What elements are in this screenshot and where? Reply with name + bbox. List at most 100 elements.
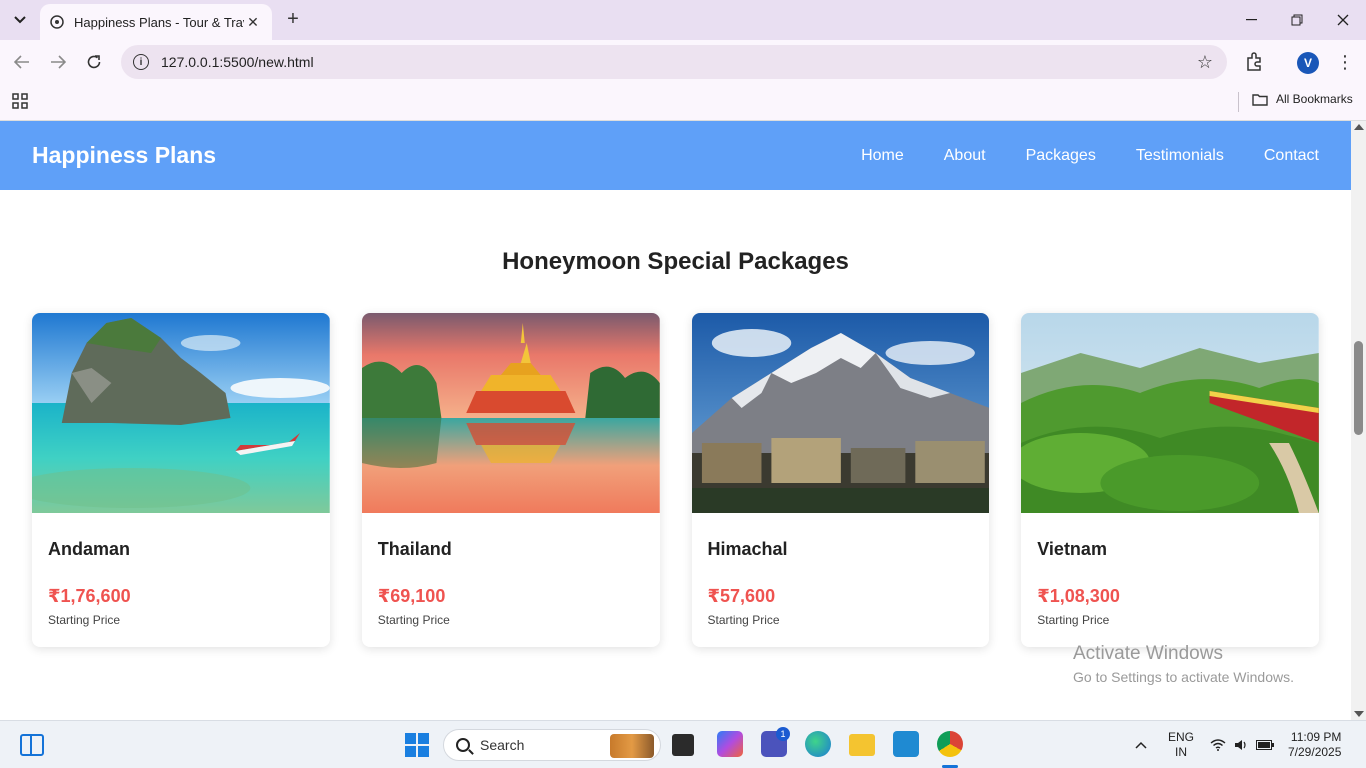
- bookmark-star-icon[interactable]: ☆: [1197, 52, 1213, 73]
- arrow-left-icon: [14, 55, 29, 69]
- island-beach-image: [32, 313, 330, 513]
- scroll-thumb[interactable]: [1354, 341, 1363, 435]
- globe-icon: [50, 15, 64, 29]
- apps-grid-icon[interactable]: [12, 93, 28, 109]
- folder-icon: [1252, 93, 1268, 106]
- all-bookmarks-button[interactable]: All Bookmarks: [1252, 92, 1353, 106]
- tab-strip: Happiness Plans - Tour & Travel ✕ +: [0, 0, 1366, 40]
- tab-search-button[interactable]: [8, 8, 32, 32]
- show-hidden-icons-button[interactable]: [1135, 721, 1147, 768]
- address-bar[interactable]: i 127.0.0.1:5500/new.html ☆: [121, 45, 1227, 79]
- chevron-up-icon: [1135, 741, 1147, 749]
- chevron-down-icon: [14, 16, 26, 24]
- chrome-icon[interactable]: [937, 731, 963, 757]
- activate-windows-watermark: Activate Windows Go to Settings to activ…: [1073, 643, 1294, 685]
- restore-button[interactable]: [1274, 0, 1320, 40]
- taskbar-search-label: Search: [480, 737, 525, 753]
- package-caption: Starting Price: [707, 613, 780, 627]
- back-button[interactable]: [10, 50, 34, 74]
- language-code: ENG: [1168, 730, 1195, 744]
- copilot-icon[interactable]: [717, 731, 743, 757]
- forward-button[interactable]: [46, 50, 70, 74]
- minimize-icon: [1245, 19, 1257, 21]
- section-title: Honeymoon Special Packages: [502, 248, 849, 275]
- profile-avatar[interactable]: V: [1297, 52, 1319, 74]
- reload-button[interactable]: [82, 50, 106, 74]
- package-price: ₹69,100: [377, 586, 446, 606]
- package-name: Himachal: [707, 539, 788, 559]
- watermark-title: Activate Windows: [1073, 643, 1223, 664]
- close-window-button[interactable]: [1320, 0, 1366, 40]
- bookmarks-divider: [1238, 92, 1239, 112]
- taskbar-search[interactable]: Search: [443, 729, 661, 761]
- nav-packages[interactable]: Packages: [1026, 147, 1096, 165]
- package-cards: Andaman ₹1,76,600 Starting Price Thailan…: [32, 313, 1319, 647]
- package-image-thailand: [361, 313, 660, 513]
- page-viewport: Happiness Plans Home About Packages Test…: [0, 121, 1351, 720]
- package-price: ₹1,08,300: [1037, 586, 1120, 606]
- search-highlight-icon: [610, 734, 654, 758]
- scroll-up-arrow-icon[interactable]: [1354, 124, 1364, 130]
- extensions-icon[interactable]: [1244, 52, 1264, 72]
- package-caption: Starting Price: [377, 613, 450, 627]
- new-tab-button[interactable]: +: [282, 8, 304, 30]
- tab-title: Happiness Plans - Tour & Travel: [74, 14, 244, 30]
- site-nav: Home About Packages Testimonials Contact: [821, 147, 1319, 165]
- package-price: ₹1,76,600: [48, 586, 131, 606]
- package-price: ₹57,600: [707, 586, 776, 606]
- reload-icon: [87, 55, 101, 69]
- page-scrollbar[interactable]: [1351, 121, 1366, 720]
- restore-icon: [1291, 14, 1303, 26]
- tab-close-icon[interactable]: ✕: [244, 14, 262, 31]
- teams-notification-badge: 1: [776, 727, 790, 741]
- mountain-town-image: [691, 313, 990, 513]
- package-image-vietnam: [1021, 313, 1319, 513]
- browser-menu-icon[interactable]: ⋮: [1336, 50, 1354, 74]
- nav-testimonials[interactable]: Testimonials: [1136, 147, 1224, 165]
- browser-tab[interactable]: Happiness Plans - Tour & Travel ✕: [40, 4, 272, 40]
- temple-lake-image: [361, 313, 660, 513]
- browser-toolbar: i 127.0.0.1:5500/new.html ☆ V ⋮: [0, 40, 1366, 84]
- minimize-button[interactable]: [1228, 0, 1274, 40]
- train-forest-image: [1021, 313, 1319, 513]
- site-header: Happiness Plans Home About Packages Test…: [0, 121, 1351, 190]
- task-view-icon[interactable]: [672, 734, 694, 756]
- site-logo[interactable]: Happiness Plans: [32, 142, 821, 169]
- widgets-icon[interactable]: [20, 734, 44, 756]
- package-card-vietnam[interactable]: Vietnam ₹1,08,300 Starting Price: [1021, 313, 1319, 647]
- nav-home[interactable]: Home: [861, 147, 904, 165]
- all-bookmarks-label: All Bookmarks: [1276, 92, 1353, 106]
- region-code: IN: [1175, 745, 1187, 759]
- clock-time: 11:09 PM: [1290, 730, 1342, 744]
- arrow-right-icon: [51, 55, 66, 69]
- package-caption: Starting Price: [1037, 613, 1110, 627]
- package-name: Vietnam: [1037, 539, 1107, 559]
- package-image-andaman: [32, 313, 330, 513]
- file-explorer-icon[interactable]: [849, 734, 875, 756]
- search-icon: [456, 738, 470, 752]
- volume-icon: [1235, 740, 1246, 750]
- clock-date: 7/29/2025: [1288, 745, 1342, 759]
- package-card-andaman[interactable]: Andaman ₹1,76,600 Starting Price: [32, 313, 330, 647]
- wifi-icon: [1210, 739, 1226, 751]
- watermark-subtitle: Go to Settings to activate Windows.: [1073, 669, 1294, 685]
- package-caption: Starting Price: [48, 613, 121, 627]
- vscode-icon[interactable]: [893, 731, 919, 757]
- start-button[interactable]: [405, 733, 429, 757]
- package-card-himachal[interactable]: Himachal ₹57,600 Starting Price: [691, 313, 990, 647]
- language-indicator[interactable]: ENG IN: [1168, 721, 1194, 768]
- system-tray-icons[interactable]: [1210, 721, 1274, 768]
- nav-about[interactable]: About: [944, 147, 986, 165]
- nav-contact[interactable]: Contact: [1264, 147, 1319, 165]
- scroll-down-arrow-icon[interactable]: [1354, 711, 1364, 717]
- package-card-thailand[interactable]: Thailand ₹69,100 Starting Price: [361, 313, 660, 647]
- package-name: Andaman: [48, 539, 131, 559]
- package-image-himachal: [691, 313, 990, 513]
- clock[interactable]: 11:09 PM 7/29/2025: [1288, 721, 1341, 768]
- site-info-icon[interactable]: i: [133, 54, 149, 70]
- close-icon: [1337, 14, 1349, 26]
- package-name: Thailand: [377, 539, 452, 559]
- url-text: 127.0.0.1:5500/new.html: [161, 54, 314, 70]
- edge-icon[interactable]: [805, 731, 831, 757]
- bookmarks-bar: All Bookmarks: [0, 84, 1366, 121]
